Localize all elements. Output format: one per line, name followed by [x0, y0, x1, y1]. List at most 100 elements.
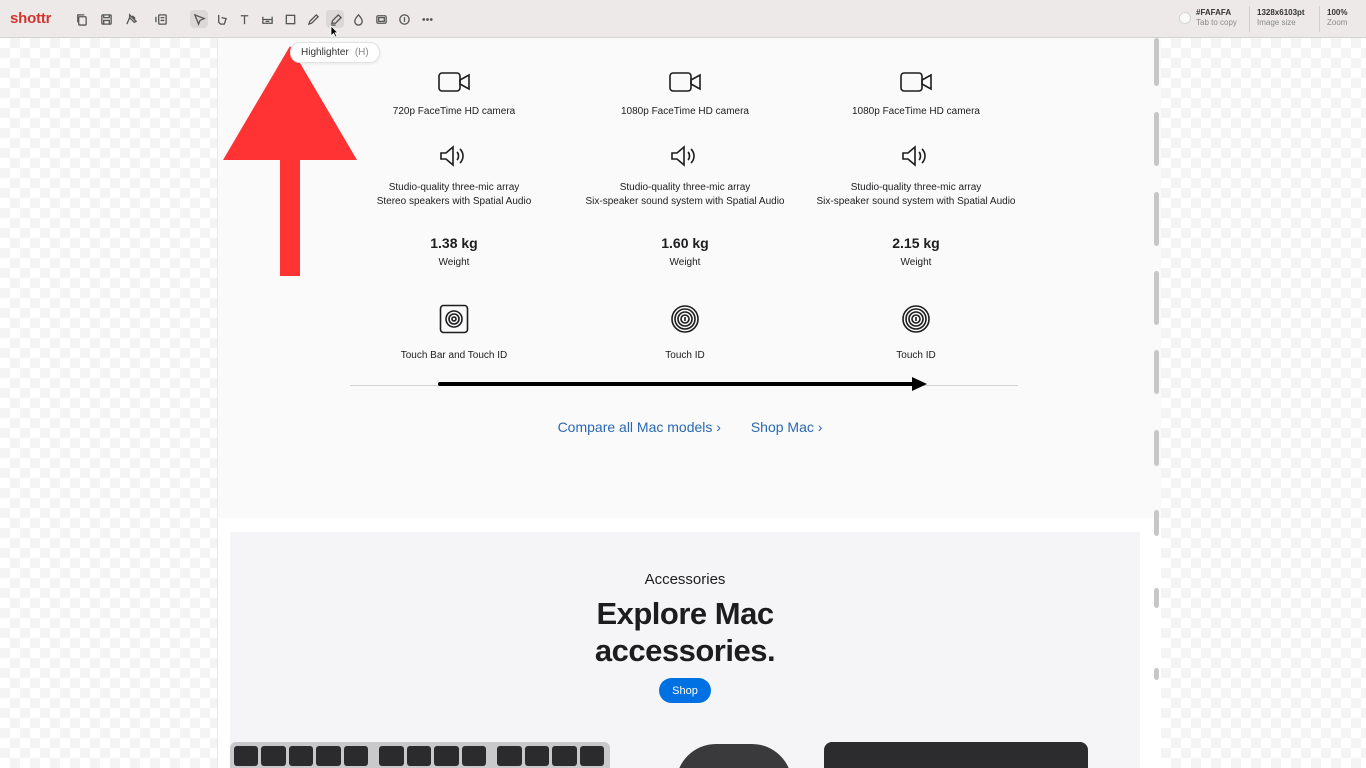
fingerprint-icon	[565, 304, 805, 339]
arrow-select-icon[interactable]	[190, 10, 208, 28]
keyboard-key	[343, 746, 369, 766]
canvas-background-left	[0, 38, 217, 768]
rectangle-icon[interactable]	[281, 10, 299, 28]
color-value: #FAFAFA	[1196, 8, 1232, 17]
compare-all-link[interactable]: Compare all Mac models ›	[558, 419, 721, 435]
camera-label: 1080p FaceTime HD camera	[620, 106, 749, 117]
image-size-value: 1328x6103pt	[1257, 8, 1305, 17]
accessories-title-line1: Explore Mac	[596, 596, 774, 631]
accessories-eyebrow: Accessories	[644, 571, 726, 588]
audio-feature-3: Studio-quality three-mic array Six-speak…	[796, 144, 1036, 209]
keyboard-key	[497, 746, 522, 766]
zoom-value: 100%	[1327, 8, 1348, 17]
audio-feature-1: Studio-quality three-mic array Stereo sp…	[334, 144, 574, 209]
video-camera-icon	[796, 70, 1036, 99]
shop-mac-link[interactable]: Shop Mac ›	[751, 419, 823, 435]
trackpad-image	[824, 742, 1088, 768]
camera-label: 1080p FaceTime HD camera	[851, 106, 980, 117]
text-recognize-icon[interactable]	[152, 10, 170, 28]
scrollbar-segment	[1154, 430, 1159, 466]
divider	[1249, 6, 1250, 32]
tooltip-label: Highlighter	[301, 47, 349, 58]
weight-feature-1: 1.38 kg Weight	[334, 235, 574, 268]
keyboard-key	[434, 746, 459, 766]
camera-label: 720p FaceTime HD camera	[392, 106, 516, 117]
keyboard-key	[461, 746, 487, 766]
audio-label-line1: Studio-quality three-mic array	[388, 182, 520, 193]
audio-label-line2: Stereo speakers with Spatial Audio	[376, 196, 532, 207]
image-size-readout: 1328x6103pt Image size	[1257, 8, 1305, 28]
keyboard-key	[579, 746, 604, 766]
more-icon[interactable]	[418, 10, 436, 28]
divider	[1319, 6, 1320, 32]
red-arrow-annotation[interactable]	[222, 46, 358, 283]
speaker-icon	[565, 144, 805, 173]
audio-feature-2: Studio-quality three-mic array Six-speak…	[565, 144, 805, 209]
zoom-readout[interactable]: 100% Zoom	[1327, 8, 1347, 28]
accessories-title-line2: accessories.	[594, 633, 776, 668]
eraser-icon[interactable]	[212, 10, 230, 28]
compare-links: Compare all Mac models › Shop Mac ›	[218, 419, 1161, 435]
touch-feature-2: Touch ID	[565, 304, 805, 363]
screenshot-canvas[interactable]: 720p FaceTime HD camera 1080p FaceTime H…	[217, 38, 1161, 768]
text-tool-icon[interactable]	[235, 10, 253, 28]
app-logo: shottr	[10, 10, 52, 27]
accessories-title: Explore Mac accessories.	[230, 595, 1140, 669]
step-counter-icon[interactable]	[395, 10, 413, 28]
scrollbar-segment	[1154, 668, 1159, 680]
tooltip-shortcut: (H)	[354, 47, 369, 58]
keyboard-image	[230, 742, 610, 768]
shop-accessories-button[interactable]: Shop	[659, 678, 711, 703]
touch-bar-icon	[334, 304, 574, 339]
pin-icon[interactable]	[122, 10, 140, 28]
color-readout[interactable]: #FAFAFA Tab to copy	[1196, 8, 1237, 28]
audio-label-line1: Studio-quality three-mic array	[850, 182, 982, 193]
weight-label: Weight	[669, 257, 701, 268]
video-camera-icon	[565, 70, 805, 99]
weight-value: 1.38 kg	[430, 235, 478, 251]
touch-label: Touch ID	[665, 350, 705, 361]
weight-feature-2: 1.60 kg Weight	[565, 235, 805, 268]
vertical-scrollbar[interactable]	[1152, 38, 1161, 768]
weight-value: 2.15 kg	[892, 235, 940, 251]
touch-label: Touch Bar and Touch ID	[400, 350, 508, 361]
color-hint: Tab to copy	[1196, 18, 1237, 27]
camera-feature-2: 1080p FaceTime HD camera	[565, 70, 805, 119]
audio-label-line2: Six-speaker sound system with Spatial Au…	[585, 196, 785, 207]
save-icon[interactable]	[97, 10, 115, 28]
weight-label: Weight	[900, 257, 932, 268]
drop-icon[interactable]	[349, 10, 367, 28]
color-swatch[interactable]	[1179, 12, 1191, 24]
scrollbar-segment	[1154, 192, 1159, 246]
weight-feature-3: 2.15 kg Weight	[796, 235, 1036, 268]
camera-feature-1: 720p FaceTime HD camera	[334, 70, 574, 119]
keyboard-key	[524, 746, 550, 766]
keyboard-key	[234, 746, 259, 766]
accessories-section: Accessories Explore Mac accessories. Sho…	[230, 532, 1140, 768]
keyboard-key	[288, 746, 314, 766]
keyboard-key	[379, 746, 404, 766]
fingerprint-icon	[796, 304, 1036, 339]
speaker-icon	[796, 144, 1036, 173]
spotlight-icon[interactable]	[372, 10, 390, 28]
mouse-image	[676, 744, 792, 768]
copy-icon[interactable]	[72, 10, 90, 28]
comparison-section: 720p FaceTime HD camera 1080p FaceTime H…	[218, 38, 1161, 518]
keyboard-key	[316, 746, 341, 766]
keyboard-key	[406, 746, 432, 766]
scrollbar-segment	[1154, 510, 1159, 536]
scrollbar-segment	[1154, 112, 1159, 166]
weight-label: Weight	[438, 257, 470, 268]
highlighter-tooltip: Highlighter (H)	[290, 42, 380, 63]
scrollbar-thumb[interactable]	[1154, 38, 1159, 86]
ruler-icon[interactable]	[258, 10, 276, 28]
speaker-icon	[334, 144, 574, 173]
keyboard-key	[261, 746, 286, 766]
video-camera-icon	[334, 70, 574, 99]
keyboard-key	[552, 746, 577, 766]
black-arrow-annotation[interactable]	[438, 374, 930, 399]
weight-value: 1.60 kg	[661, 235, 709, 251]
editor-toolbar: shottr #FAFAFA Tab to copy 1328x6103pt I…	[0, 0, 1366, 38]
camera-feature-3: 1080p FaceTime HD camera	[796, 70, 1036, 119]
pencil-icon[interactable]	[304, 10, 322, 28]
